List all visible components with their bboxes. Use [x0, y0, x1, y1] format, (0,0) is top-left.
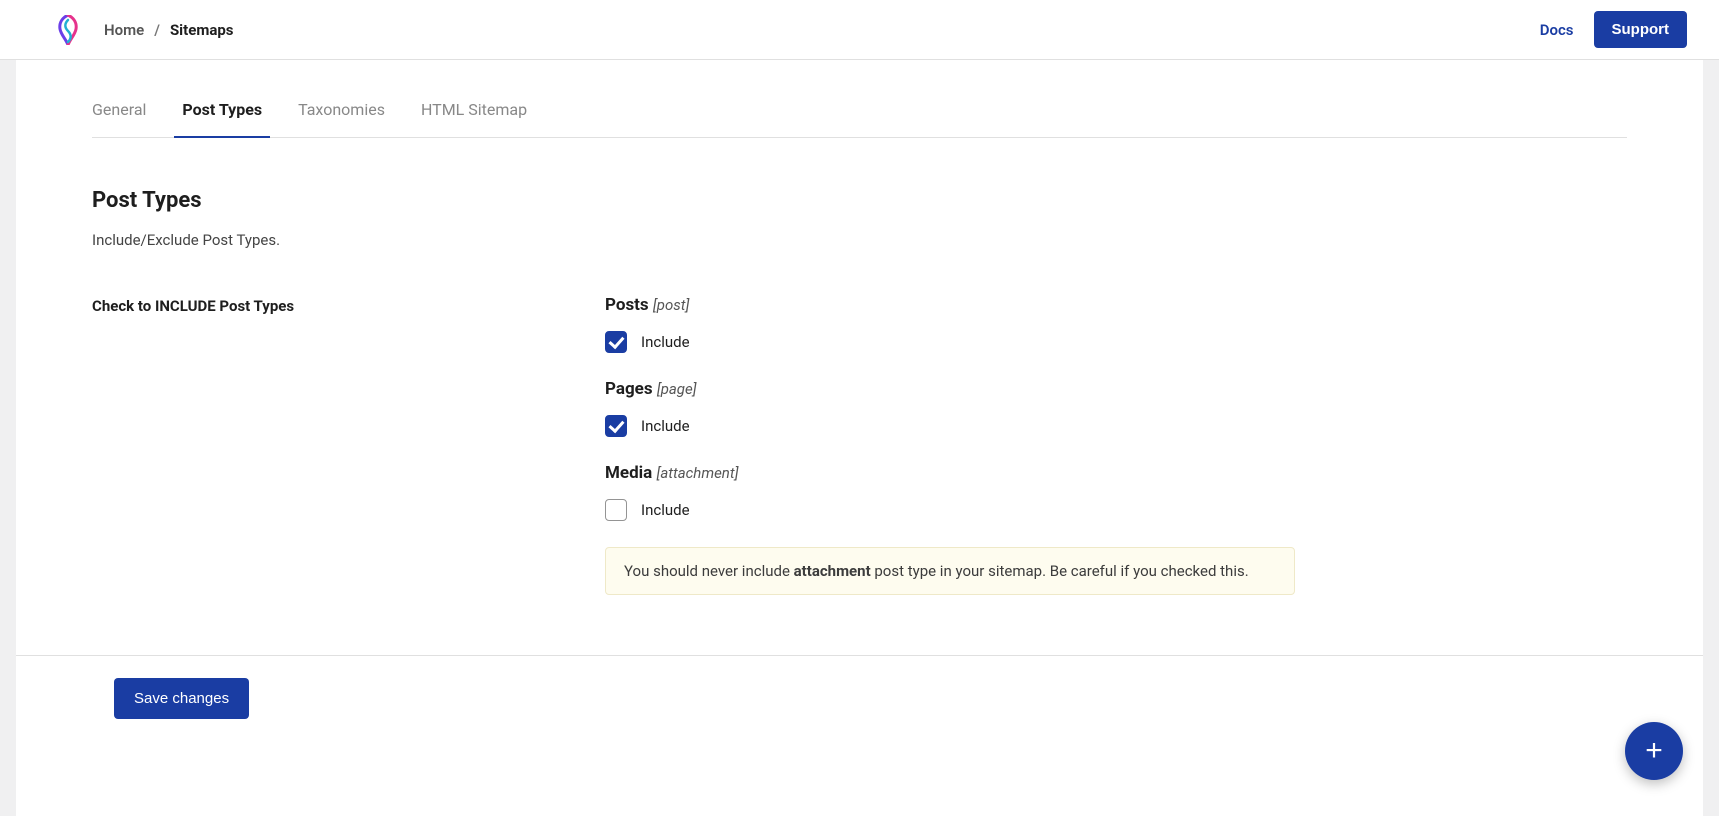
include-label: Include [641, 417, 690, 435]
page-description: Include/Exclude Post Types. [92, 231, 1627, 249]
save-button[interactable]: Save changes [114, 678, 249, 719]
include-checkbox-pages[interactable] [605, 415, 627, 437]
include-label: Include [641, 333, 690, 351]
tab-html-sitemap[interactable]: HTML Sitemap [421, 90, 527, 137]
post-type-name: Media [605, 463, 652, 483]
fab-add-button[interactable]: + [1625, 722, 1683, 780]
breadcrumb-sep: / [154, 21, 160, 39]
post-type-name: Pages [605, 379, 653, 399]
form-row: Check to INCLUDE Post Types Posts [post]… [92, 295, 1627, 595]
tabs: General Post Types Taxonomies HTML Sitem… [92, 60, 1627, 138]
breadcrumb-home[interactable]: Home [104, 21, 144, 39]
content: Post Types Include/Exclude Post Types. C… [16, 138, 1703, 595]
post-type-slug: [page] [657, 380, 697, 398]
topbar: Home / Sitemaps Docs Support [0, 0, 1719, 60]
footer-actions: Save changes [16, 656, 1703, 749]
topbar-left: Home / Sitemaps [56, 15, 233, 45]
include-row[interactable]: Include [605, 331, 1627, 353]
breadcrumb-current: Sitemaps [170, 21, 234, 39]
post-type-slug: [attachment] [656, 464, 738, 482]
docs-link[interactable]: Docs [1540, 21, 1574, 39]
tab-post-types[interactable]: Post Types [182, 90, 262, 137]
page-title: Post Types [92, 188, 1627, 213]
post-type-title: Media [attachment] [605, 463, 1627, 483]
post-type-group-posts: Posts [post] Include [605, 295, 1627, 353]
include-row[interactable]: Include [605, 499, 1627, 521]
form-row-label: Check to INCLUDE Post Types [92, 295, 605, 595]
breadcrumb: Home / Sitemaps [104, 21, 233, 39]
include-label: Include [641, 501, 690, 519]
include-checkbox-posts[interactable] [605, 331, 627, 353]
logo-icon [56, 15, 80, 45]
post-type-title: Posts [post] [605, 295, 1627, 315]
post-type-title: Pages [page] [605, 379, 1627, 399]
include-row[interactable]: Include [605, 415, 1627, 437]
tab-taxonomies[interactable]: Taxonomies [298, 90, 385, 137]
include-checkbox-media[interactable] [605, 499, 627, 521]
post-type-slug: [post] [653, 296, 689, 314]
page: General Post Types Taxonomies HTML Sitem… [16, 60, 1703, 816]
plus-icon: + [1645, 736, 1663, 766]
topbar-right: Docs Support [1540, 11, 1687, 48]
notice-text-post: post type in your sitemap. Be careful if… [871, 562, 1249, 580]
notice-text-pre: You should never include [624, 562, 794, 580]
form-fields: Posts [post] Include Pages [page] [605, 295, 1627, 595]
warning-notice: You should never include attachment post… [605, 547, 1295, 595]
post-type-group-pages: Pages [page] Include [605, 379, 1627, 437]
notice-bold: attachment [794, 562, 871, 580]
support-button[interactable]: Support [1594, 11, 1688, 48]
tab-general[interactable]: General [92, 90, 146, 137]
post-type-group-media: Media [attachment] Include [605, 463, 1627, 521]
post-type-name: Posts [605, 295, 649, 315]
